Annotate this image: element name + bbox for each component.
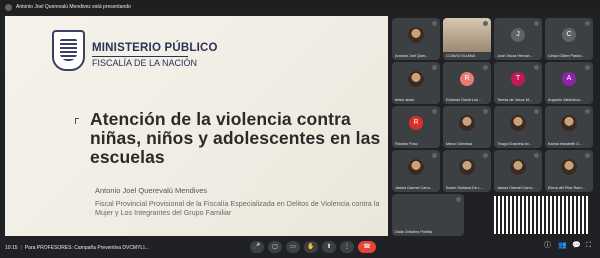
shared-slide: MINISTERIO PÚBLICO FISCALÍA DE LA NACIÓN…	[5, 16, 388, 236]
participant-avatar: R	[409, 116, 423, 130]
side-controls: ⓘ 👥 💬 ⛶	[544, 242, 594, 250]
camera-button[interactable]: ▢	[268, 241, 282, 253]
participant-tile[interactable]: R Rolando David Lun...	[443, 62, 491, 104]
participant-name: José Oscar Hernan...	[497, 54, 533, 58]
activities-icon[interactable]: ⛶	[586, 242, 594, 250]
participant-name: Rolando David Lun...	[446, 98, 482, 102]
participant-photo	[561, 159, 577, 175]
slide-author: Antonio Joel Querevalú Mendives	[95, 186, 208, 195]
participant-tile[interactable]: J José Oscar Hernan...	[494, 18, 542, 60]
participant-photo	[561, 115, 577, 131]
muted-mic-icon	[483, 153, 488, 158]
participant-tile[interactable]: James Darmel Carru...	[392, 150, 440, 192]
participant-avatar: R	[460, 72, 474, 86]
participant-tile[interactable]: Antonio Joel Quer...	[392, 18, 440, 60]
org-name-line1: MINISTERIO PÚBLICO	[92, 42, 218, 54]
presenting-banner: Antonio Joel Querevalú Mendivez está pre…	[16, 4, 131, 10]
raise-hand-button[interactable]: ✋	[304, 241, 318, 253]
participant-photo	[408, 27, 424, 43]
participant-photo	[510, 159, 526, 175]
muted-mic-icon	[534, 109, 539, 114]
mouse-cursor-icon	[75, 118, 79, 124]
participant-photo	[459, 115, 475, 131]
participant-name: James Darmel Carru...	[497, 186, 536, 190]
muted-mic-icon	[585, 21, 590, 26]
participant-avatar: A	[562, 72, 576, 86]
participant-avatar: T	[511, 72, 525, 86]
muted-mic-icon	[432, 21, 437, 26]
participant-tile[interactable]: C César Gilber Pastor...	[545, 18, 593, 60]
participant-photo	[459, 159, 475, 175]
muted-mic-icon	[483, 21, 488, 26]
participant-name: Antonio Joel Quer...	[395, 54, 429, 58]
muted-mic-icon	[483, 109, 488, 114]
participant-photo	[408, 159, 424, 175]
participant-tile[interactable]: Thugul Graciela Iw...	[494, 106, 542, 148]
captions-button[interactable]: ▭	[286, 241, 300, 253]
participant-tile[interactable]: Karen Giuliana De L...	[443, 150, 491, 192]
muted-mic-icon	[483, 65, 488, 70]
participant-name: Elena del Pilar Ram...	[548, 186, 585, 190]
participant-tile[interactable]: James Darmel Carru...	[494, 150, 542, 192]
people-icon[interactable]: 👥	[558, 242, 567, 250]
participant-tile[interactable]: A Augusto Valdiviezo...	[545, 62, 593, 104]
participant-tile[interactable]: Dalia Ordoñez Portilla	[392, 194, 464, 236]
participant-name: Karen Giuliana De L...	[446, 186, 484, 190]
participant-tile[interactable]: Elena del Pilar Ram...	[545, 150, 593, 192]
more-options-button[interactable]: ⋮	[340, 241, 354, 253]
meeting-title: Para PROFESORES: Campaña Preventiva DVCM…	[24, 245, 149, 251]
participant-avatar: C	[562, 28, 576, 42]
muted-mic-icon	[456, 197, 461, 202]
muted-mic-icon	[432, 153, 437, 158]
participant-tile[interactable]: T Teresa de Jesus M...	[494, 62, 542, 104]
participant-name: Karina elizabeth G...	[548, 142, 583, 146]
present-button[interactable]: ⬆	[322, 241, 336, 253]
presenter-avatar-icon	[5, 3, 12, 11]
participant-name: César Gilber Pastor...	[548, 54, 585, 58]
muted-mic-icon	[585, 153, 590, 158]
muted-mic-icon	[432, 109, 437, 114]
participant-name: Marco Gamboa	[446, 142, 473, 146]
ministerio-crest-icon	[52, 30, 85, 71]
muted-mic-icon	[534, 65, 539, 70]
separator: |	[20, 245, 22, 251]
participant-tile[interactable]: Marco Gamboa	[443, 106, 491, 148]
participant-photo	[510, 115, 526, 131]
participant-tile[interactable]: Karina elizabeth G...	[545, 106, 593, 148]
call-controls: 🎤 ▢ ▭ ✋ ⬆ ⋮ ☎	[250, 241, 376, 253]
muted-mic-icon	[534, 153, 539, 158]
muted-mic-icon	[432, 65, 437, 70]
leave-call-button[interactable]: ☎	[358, 241, 376, 253]
muted-mic-icon	[585, 65, 590, 70]
org-name-line2: FISCALÍA DE LA NACIÓN	[92, 58, 198, 68]
presenting-bar: Antonio Joel Querevalú Mendivez está pre…	[0, 0, 600, 14]
mic-button[interactable]: 🎤	[250, 241, 264, 253]
muted-mic-icon	[534, 21, 539, 26]
clock: 10:15	[5, 245, 18, 251]
participant-tile[interactable]: R Ricardo Poso	[392, 106, 440, 148]
chat-icon[interactable]: 💬	[572, 242, 581, 250]
slide-title: Atención de la violencia contra niñas, n…	[90, 109, 381, 167]
slide-role: Fiscal Provincial Provisional de la Fisc…	[95, 199, 380, 217]
participant-tile[interactable]: COAVIO ELIANA	[443, 18, 491, 60]
participant-avatar: J	[511, 28, 525, 42]
participant-name: Augusto Valdiviezo...	[548, 98, 584, 102]
muted-mic-icon	[585, 109, 590, 114]
org-divider	[92, 56, 188, 57]
participant-name: Ricardo Poso	[395, 142, 418, 146]
screen-share-preview	[494, 196, 590, 234]
participant-name: COAVIO ELIANA	[446, 54, 476, 58]
participant-name: Teresa de Jesus M...	[497, 98, 533, 102]
participant-tile[interactable]: telmo abad	[392, 62, 440, 104]
participant-name: telmo abad	[395, 98, 414, 102]
participant-photo	[408, 71, 424, 87]
info-icon[interactable]: ⓘ	[544, 242, 552, 250]
participant-name: James Darmel Carru...	[395, 186, 434, 190]
participant-name: Thugul Graciela Iw...	[497, 142, 532, 146]
participant-name: Dalia Ordoñez Portilla	[395, 230, 432, 234]
meet-window: Antonio Joel Querevalú Mendivez está pre…	[0, 0, 600, 258]
